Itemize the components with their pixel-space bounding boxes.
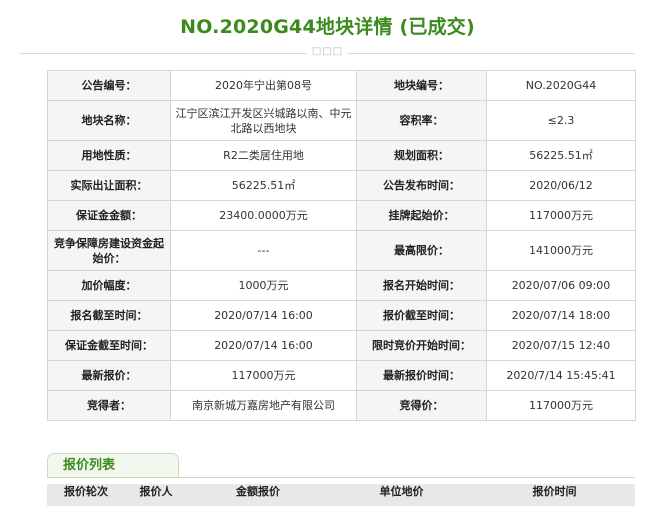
- parcel-no-value: NO.2020G44: [486, 70, 636, 101]
- table-row: 竞得者： 南京新城万嘉房地产有限公司 竞得价： 117000万元: [47, 390, 636, 421]
- table-row: 竞争保障房建设资金起始价： --- 最高限价： 141000万元: [47, 230, 636, 271]
- housing-fund-start-label: 竞争保障房建设资金起始价：: [47, 230, 171, 271]
- planned-area-value: 56225.51㎡: [486, 140, 636, 171]
- table-row: 保证金金额： 23400.0000万元 挂牌起始价： 117000万元: [47, 200, 636, 231]
- timed-bidding-start-value: 2020/07/15 12:40: [486, 330, 636, 361]
- land-detail-table: 公告编号： 2020年宁出第08号 地块编号： NO.2020G44 地块名称：…: [47, 70, 636, 421]
- winning-price-label: 竞得价：: [356, 390, 487, 421]
- price-cap-label: 最高限价：: [356, 230, 487, 271]
- table-row: 公告编号： 2020年宁出第08号 地块编号： NO.2020G44: [47, 70, 636, 101]
- table-row: 保证金截至时间： 2020/07/14 16:00 限时竞价开始时间： 2020…: [47, 330, 636, 361]
- increment-label: 加价幅度：: [47, 270, 171, 301]
- actual-area-value: 56225.51㎡: [170, 170, 357, 201]
- winner-label: 竞得者：: [47, 390, 171, 421]
- publish-date-label: 公告发布时间：: [356, 170, 487, 201]
- divider-ornament: □□□: [0, 46, 655, 57]
- starting-price-value: 117000万元: [486, 200, 636, 231]
- deposit-deadline-value: 2020/07/14 16:00: [170, 330, 357, 361]
- registration-start-value: 2020/07/06 09:00: [486, 270, 636, 301]
- housing-fund-start-value: ---: [170, 230, 357, 271]
- page-title: NO.2020G44地块详情 (已成交): [180, 16, 475, 38]
- table-row: 最新报价： 117000万元 最新报价时间： 2020/7/14 15:45:4…: [47, 360, 636, 391]
- latest-bid-value: 117000万元: [170, 360, 357, 391]
- bid-end-value: 2020/07/14 18:00: [486, 300, 636, 331]
- registration-end-value: 2020/07/14 16:00: [170, 300, 357, 331]
- parcel-no-label: 地块编号：: [356, 70, 487, 101]
- deposit-deadline-label: 保证金截至时间：: [47, 330, 171, 361]
- deposit-amount-value: 23400.0000万元: [170, 200, 357, 231]
- timed-bidding-start-label: 限时竞价开始时间：: [356, 330, 487, 361]
- table-row: 报名截至时间： 2020/07/14 16:00 报价截至时间： 2020/07…: [47, 300, 636, 331]
- price-cap-value: 141000万元: [486, 230, 636, 271]
- table-row: 实际出让面积： 56225.51㎡ 公告发布时间： 2020/06/12: [47, 170, 636, 201]
- publish-date-value: 2020/06/12: [486, 170, 636, 201]
- plot-ratio-value: ≤2.3: [486, 100, 636, 141]
- col-header-bidder: 报价人: [139, 485, 173, 498]
- land-use-value: R2二类居住用地: [170, 140, 357, 171]
- latest-bid-time-value: 2020/7/14 15:45:41: [486, 360, 636, 391]
- winning-price-value: 117000万元: [486, 390, 636, 421]
- col-header-amount: 金额报价: [236, 485, 280, 498]
- table-row: 地块名称： 江宁区滨江开发区兴城路以南、中元北路以西地块 容积率： ≤2.3: [47, 100, 636, 141]
- parcel-name-label: 地块名称：: [47, 100, 171, 141]
- announcement-no-label: 公告编号：: [47, 70, 171, 101]
- increment-value: 1000万元: [170, 270, 357, 301]
- quote-list-divider: [47, 477, 635, 478]
- quote-list-header: 报价轮次 报价人 金额报价 单位地价 报价时间: [47, 484, 635, 506]
- latest-bid-time-label: 最新报价时间：: [356, 360, 487, 391]
- col-header-bid-time: 报价时间: [532, 485, 577, 498]
- planned-area-label: 规划面积：: [356, 140, 487, 171]
- col-header-unit-price: 单位地价: [379, 485, 424, 498]
- latest-bid-label: 最新报价：: [47, 360, 171, 391]
- announcement-no-value: 2020年宁出第08号: [170, 70, 357, 101]
- parcel-name-value: 江宁区滨江开发区兴城路以南、中元北路以西地块: [170, 100, 357, 141]
- table-row: 用地性质： R2二类居住用地 规划面积： 56225.51㎡: [47, 140, 636, 171]
- registration-start-label: 报名开始时间：: [356, 270, 487, 301]
- winner-value: 南京新城万嘉房地产有限公司: [170, 390, 357, 421]
- registration-end-label: 报名截至时间：: [47, 300, 171, 331]
- land-use-label: 用地性质：: [47, 140, 171, 171]
- table-row: 加价幅度： 1000万元 报名开始时间： 2020/07/06 09:00: [47, 270, 636, 301]
- starting-price-label: 挂牌起始价：: [356, 200, 487, 231]
- actual-area-label: 实际出让面积：: [47, 170, 171, 201]
- col-header-round: 报价轮次: [64, 485, 108, 498]
- plot-ratio-label: 容积率：: [356, 100, 487, 141]
- bid-end-label: 报价截至时间：: [356, 300, 487, 331]
- deposit-amount-label: 保证金金额：: [47, 200, 171, 231]
- quote-list-tab[interactable]: 报价列表: [47, 453, 179, 477]
